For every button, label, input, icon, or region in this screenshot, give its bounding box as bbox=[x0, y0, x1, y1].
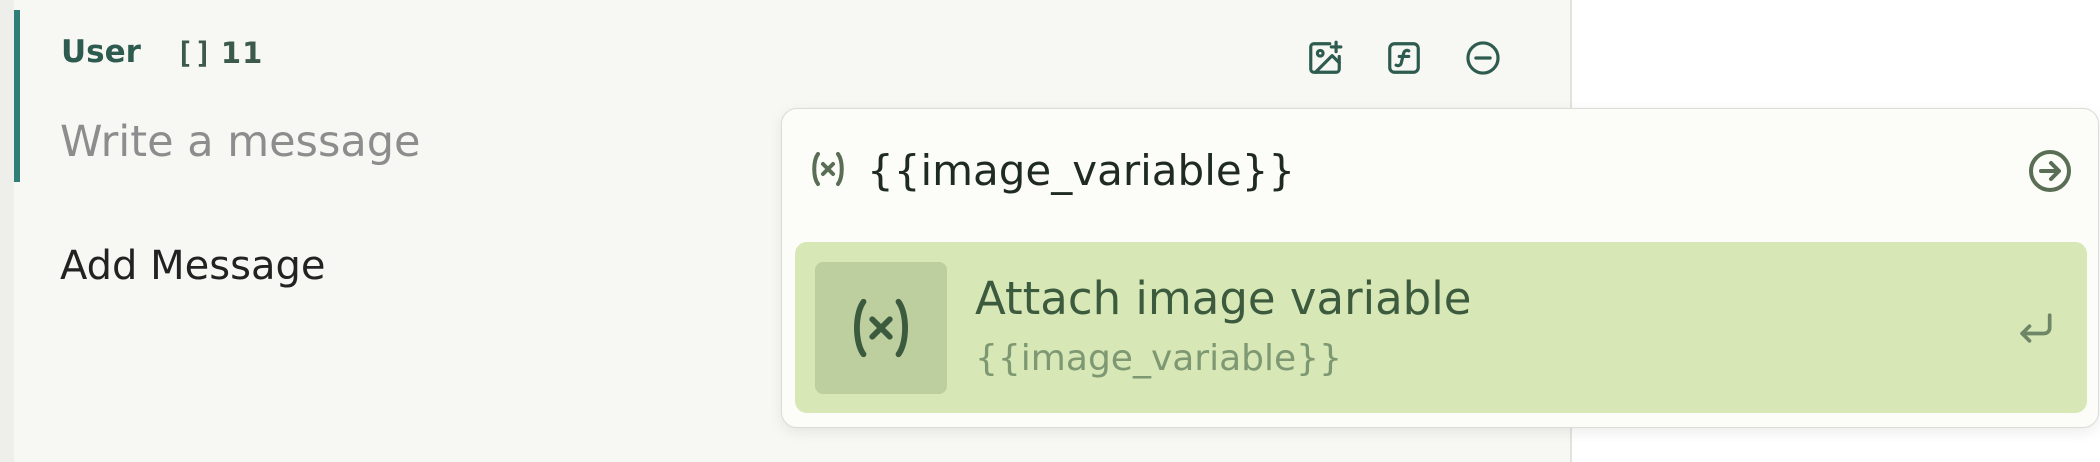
token-count-badge: [] 11 bbox=[176, 36, 263, 70]
brackets-icon: [] bbox=[176, 36, 213, 70]
function-button[interactable] bbox=[1383, 37, 1425, 79]
add-message-button[interactable]: Add Message bbox=[60, 243, 325, 289]
token-count: 11 bbox=[220, 36, 264, 70]
function-icon bbox=[1388, 42, 1420, 74]
suggestion-icon-box bbox=[815, 262, 947, 394]
enter-key-icon bbox=[2020, 313, 2052, 343]
add-image-icon bbox=[1309, 40, 1343, 74]
suggestion-title: Attach image variable bbox=[975, 272, 1472, 325]
remove-message-button[interactable] bbox=[1462, 37, 1504, 79]
remove-circle-icon bbox=[1466, 41, 1500, 75]
variable-icon bbox=[812, 152, 844, 186]
variable-search-input[interactable] bbox=[867, 141, 1867, 199]
add-image-button[interactable] bbox=[1304, 37, 1346, 79]
arrow-right-circle-icon[interactable] bbox=[2026, 147, 2074, 195]
message-input[interactable] bbox=[60, 112, 760, 172]
variable-popover: Attach image variable {{image_variable}} bbox=[781, 108, 2099, 428]
attach-image-variable-option[interactable]: Attach image variable {{image_variable}} bbox=[795, 242, 2087, 413]
left-gutter bbox=[0, 0, 15, 462]
variable-icon bbox=[854, 298, 908, 358]
message-role-label[interactable]: User bbox=[61, 34, 141, 70]
message-accent-bar bbox=[14, 10, 20, 182]
suggestion-subtitle: {{image_variable}} bbox=[975, 338, 1342, 379]
